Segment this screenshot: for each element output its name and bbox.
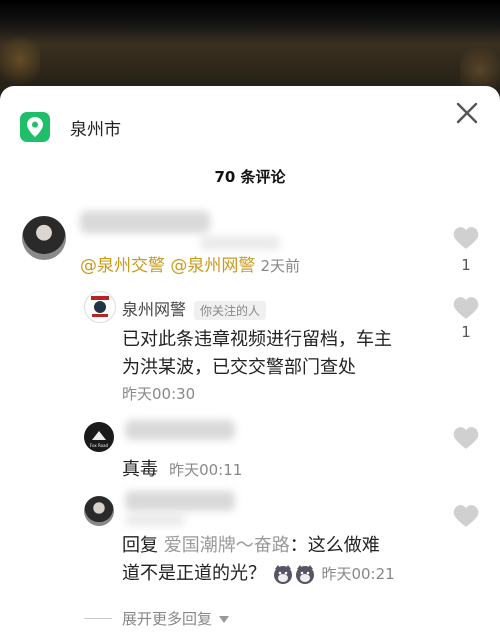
comment-time: 昨天00:11 <box>169 461 243 479</box>
username-blurred <box>125 420 235 440</box>
dog-emoji-icon <box>273 565 292 584</box>
dog-emoji-icon <box>295 565 314 584</box>
like-heart-icon[interactable] <box>453 504 479 528</box>
like-heart-icon[interactable] <box>453 426 479 450</box>
location-pin-icon <box>20 112 50 142</box>
username-blurred <box>125 491 235 511</box>
username-blurred <box>125 514 185 526</box>
comments-sheet: 泉州市 70 条评论 @泉州交警 @泉州网警 2天前 1 泉州网警 你关注的人 已… <box>0 86 500 636</box>
follow-badge: 你关注的人 <box>194 301 267 320</box>
comment-4-body: 回复 爱国潮牌～奋路：这么做难 道不是正道的光？ 昨天00:21 <box>122 535 395 584</box>
location-label: 泉州市 <box>70 119 121 140</box>
reply-text: 已对此条违章视频进行留档，车主 为洪某波，已交交警部门查处 <box>122 329 392 378</box>
reply-author-name[interactable]: 泉州网警 <box>122 300 186 319</box>
caret-down-icon <box>218 616 229 623</box>
reply-time: 昨天00:30 <box>122 385 196 403</box>
like-heart-icon[interactable] <box>453 296 479 320</box>
avatar[interactable] <box>84 496 114 526</box>
comment-time: 昨天00:21 <box>321 565 395 583</box>
divider <box>84 618 112 619</box>
avatar[interactable]: Fox Road <box>84 422 114 452</box>
comment-time: 2天前 <box>260 257 301 275</box>
police-avatar[interactable] <box>84 291 116 323</box>
mention-links[interactable]: @泉州交警 @泉州网警 <box>80 256 255 276</box>
reply-to-name[interactable]: 爱国潮牌～奋路 <box>164 535 290 556</box>
like-count: 1 <box>461 323 471 341</box>
reply-header: 泉州网警 你关注的人 <box>122 296 267 320</box>
comment-1-body: @泉州交警 @泉州网警 2天前 <box>80 251 300 276</box>
like-count: 1 <box>461 256 471 274</box>
close-icon[interactable] <box>454 100 480 126</box>
username-blurred <box>80 211 210 233</box>
avatar[interactable] <box>22 216 66 260</box>
expand-more-replies[interactable]: 展开更多回复 <box>122 608 229 629</box>
location-row[interactable]: 泉州市 <box>20 112 121 142</box>
comment-3-body: 真毒 昨天00:11 <box>122 459 243 480</box>
svg-text:Fox Road: Fox Road <box>90 443 109 448</box>
comment-count-title: 70 条评论 <box>214 168 286 186</box>
comment-blurred <box>200 236 280 250</box>
like-heart-icon[interactable] <box>453 226 479 250</box>
